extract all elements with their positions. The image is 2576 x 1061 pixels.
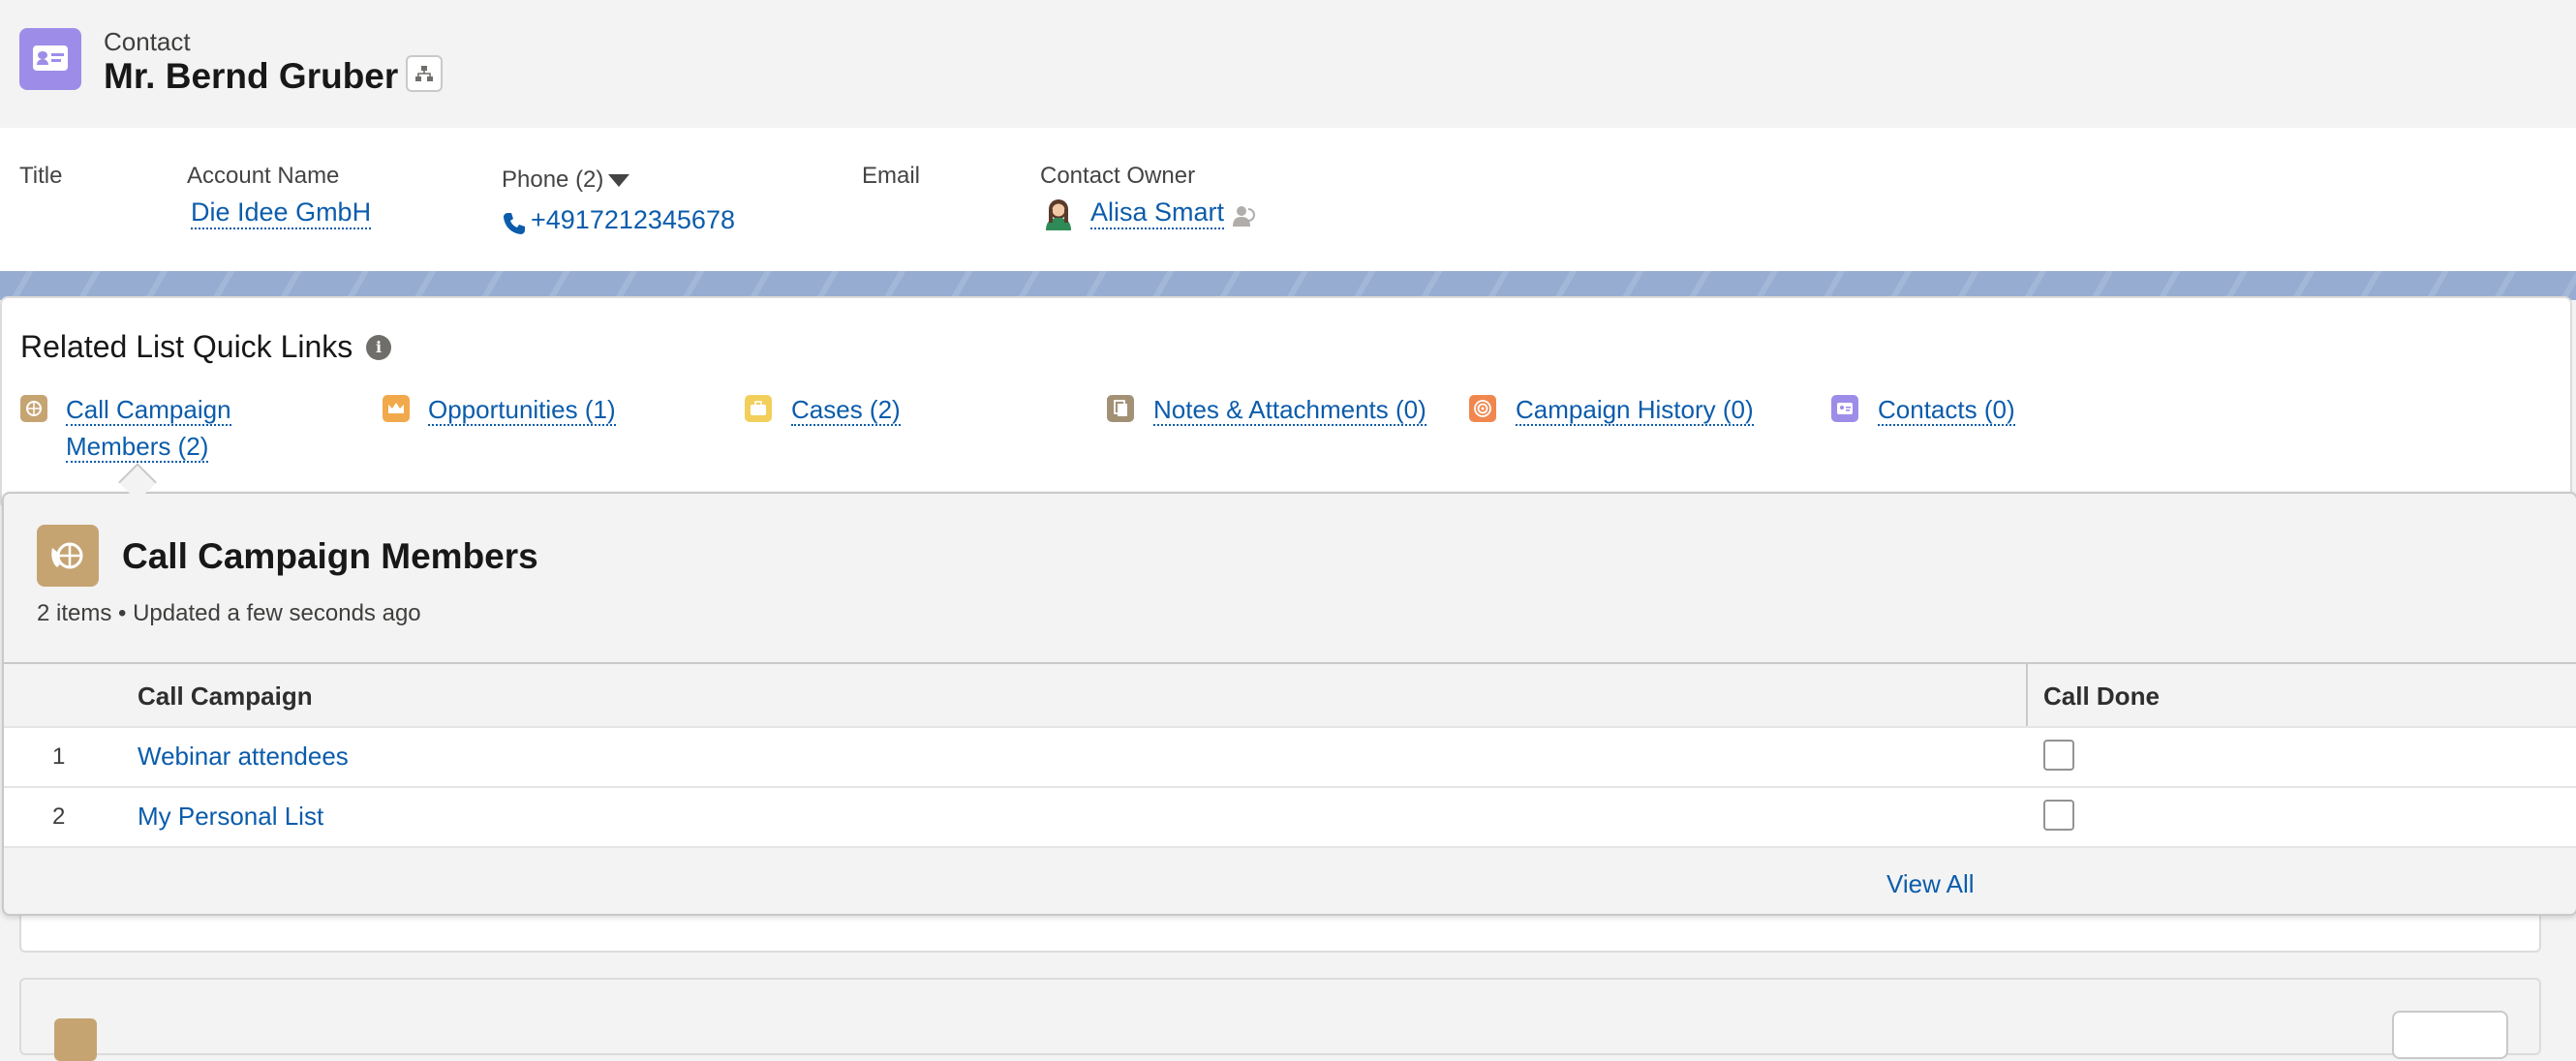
owner-avatar	[1046, 199, 1071, 230]
view-hierarchy-button[interactable]	[406, 55, 443, 92]
contact-owner-link[interactable]: Alisa Smart	[1090, 197, 1225, 229]
call-campaign-icon	[37, 525, 99, 587]
call-campaign-icon	[20, 395, 47, 422]
campaign-target-icon	[1469, 395, 1496, 422]
column-header-call-campaign[interactable]: Call Campaign	[138, 682, 313, 712]
quick-links-title: Related List Quick Links	[20, 329, 353, 364]
quick-link-notes-attachments[interactable]: Notes & Attachments (0)	[1153, 391, 1426, 428]
contact-owner-label: Contact Owner	[1040, 163, 1196, 189]
quick-link-contacts[interactable]: Contacts (0)	[1878, 391, 2015, 428]
phone-label: Phone (2)	[502, 167, 604, 193]
contact-card-icon	[19, 28, 81, 90]
info-icon[interactable]: i	[366, 335, 391, 360]
phone-icon	[504, 213, 525, 234]
title-label: Title	[19, 163, 63, 189]
call-done-checkbox[interactable]	[2043, 740, 2074, 771]
call-campaign-link[interactable]: Webinar attendees	[138, 742, 349, 772]
object-type-label: Contact	[104, 27, 191, 56]
table-row: 1 Webinar attendees	[4, 726, 2576, 788]
notes-attachments-icon	[1107, 395, 1134, 422]
row-number: 2	[52, 803, 66, 830]
call-campaign-icon	[54, 1018, 97, 1061]
column-divider[interactable]	[2026, 664, 2028, 726]
quick-link-cases[interactable]: Cases (2)	[791, 391, 901, 428]
call-campaign-link[interactable]: My Personal List	[138, 802, 323, 832]
quick-link-opportunities[interactable]: Opportunities (1)	[428, 391, 616, 428]
quick-link-campaign-history[interactable]: Campaign History (0)	[1516, 391, 1754, 428]
highlights-panel: Title Account Name Die Idee GmbH Phone (…	[0, 128, 2576, 271]
column-header-call-done[interactable]: Call Done	[2043, 682, 2160, 712]
hierarchy-icon	[415, 66, 433, 81]
popover-subtitle: 2 items • Updated a few seconds ago	[37, 600, 421, 626]
phone-link[interactable]: +4917212345678	[531, 205, 735, 235]
account-name-link[interactable]: Die Idee GmbH	[191, 197, 372, 229]
record-header: Contact Mr. Bernd Gruber	[0, 0, 2576, 128]
case-briefcase-icon	[745, 395, 772, 422]
related-list-quick-links: Related List Quick Links i Call Campaign…	[0, 296, 2572, 509]
quick-link-call-campaign-members[interactable]: Call Campaign Members (2)	[66, 391, 231, 465]
call-campaign-members-popover: Call Campaign Members 2 items • Updated …	[2, 492, 2576, 916]
related-list-card-header	[19, 978, 2541, 1061]
popover-title: Call Campaign Members	[122, 536, 538, 576]
table-row: 2 My Personal List	[4, 786, 2576, 848]
phone-dropdown-chevron-icon[interactable]	[608, 174, 629, 188]
record-title: Mr. Bernd Gruber	[104, 56, 399, 96]
table-header: Call Campaign Call Done	[4, 664, 2576, 728]
email-label: Email	[862, 163, 921, 189]
call-campaign-members-table: Call Campaign Call Done 1 Webinar attend…	[4, 662, 2576, 848]
view-all-link[interactable]: View All	[1886, 869, 1975, 899]
account-name-label: Account Name	[187, 163, 340, 189]
change-owner-icon[interactable]	[1232, 203, 1257, 228]
row-number: 1	[52, 743, 66, 770]
opportunity-crown-icon	[383, 395, 410, 422]
card-action-button[interactable]	[2392, 1011, 2508, 1059]
call-done-checkbox[interactable]	[2043, 800, 2074, 831]
contact-card-icon	[1831, 395, 1858, 422]
